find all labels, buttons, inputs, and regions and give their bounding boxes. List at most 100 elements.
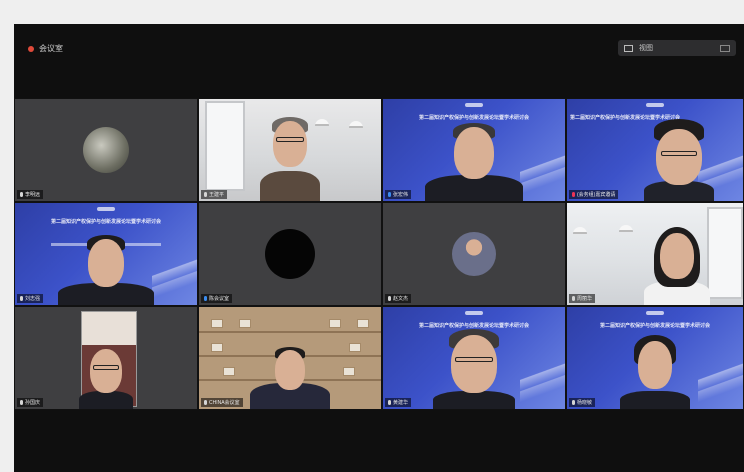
mic-icon bbox=[204, 296, 207, 301]
shelf-decoration bbox=[199, 331, 381, 333]
mic-icon bbox=[204, 400, 207, 405]
mic-icon bbox=[572, 296, 575, 301]
person-head bbox=[273, 121, 307, 167]
conference-slide-title: 第二届知识产权保护与创新发展论坛暨学术研讨会 bbox=[50, 219, 161, 225]
participant-name-tag: 张宏伟 bbox=[385, 190, 412, 199]
participant-tile[interactable]: 陈会议室 bbox=[198, 202, 382, 306]
fullscreen-icon[interactable] bbox=[720, 44, 730, 52]
participant-name-tag: 孙国庆 bbox=[17, 398, 44, 407]
participant-name-tag: 赵文杰 bbox=[385, 294, 412, 303]
lamp-decoration bbox=[619, 225, 633, 232]
participant-tile[interactable]: 第二届知识产权保护与创新发展论坛暨学术研讨会 刘志强 bbox=[14, 202, 198, 306]
participant-name: 王建平 bbox=[209, 192, 225, 198]
person-body bbox=[260, 171, 320, 201]
participant-name-tag: CHINA会议室 bbox=[201, 398, 243, 407]
participant-name: 赵文杰 bbox=[393, 296, 409, 302]
participant-name-tag: 王建平 bbox=[201, 190, 228, 199]
conference-logo bbox=[646, 311, 664, 315]
slide-decoration bbox=[520, 349, 565, 409]
view-label: 视图 bbox=[639, 45, 653, 52]
participant-name-tag: (会务组)嘉宾邀请 bbox=[569, 190, 619, 199]
participant-grid: 李明远 王建平 第二届知识产权保护与创新发展论坛暨学术研讨会 张宏伟 第二届知识… bbox=[14, 98, 744, 410]
conference-logo bbox=[97, 207, 115, 211]
lamp-decoration bbox=[349, 121, 363, 128]
participant-name: 杨晓敏 bbox=[577, 400, 593, 406]
person-head bbox=[656, 129, 702, 185]
shelf-item bbox=[239, 319, 251, 328]
participant-name: (会务组)嘉宾邀请 bbox=[577, 192, 616, 198]
participant-name-tag: 刘志强 bbox=[17, 294, 44, 303]
participant-name: 周丽华 bbox=[577, 296, 593, 302]
person-head bbox=[451, 335, 497, 393]
avatar bbox=[83, 127, 129, 173]
shelf-item bbox=[343, 367, 355, 376]
mic-icon bbox=[388, 296, 391, 301]
participant-tile[interactable]: 第二届知识产权保护与创新发展论坛暨学术研讨会 张宏伟 bbox=[382, 98, 566, 202]
mic-icon bbox=[204, 192, 207, 197]
meeting-window: 会议室 视图 李明远 王建平 第二届知识产权保护与创新发展论坛暨学术研讨会 张宏… bbox=[14, 24, 744, 472]
mic-icon bbox=[572, 400, 575, 405]
participant-name-tag: 黄建华 bbox=[385, 398, 412, 407]
meeting-topbar: 会议室 视图 bbox=[14, 24, 744, 96]
participant-tile[interactable]: 第二届知识产权保护与创新发展论坛暨学术研讨会 杨晓敏 bbox=[566, 306, 744, 410]
slide-decoration bbox=[520, 141, 565, 201]
person-head bbox=[638, 341, 672, 389]
participant-tile[interactable]: 王建平 bbox=[198, 98, 382, 202]
participant-tile[interactable]: CHINA会议室 bbox=[198, 306, 382, 410]
participant-tile[interactable]: 周丽华 bbox=[566, 202, 744, 306]
avatar bbox=[265, 229, 315, 279]
person-head bbox=[660, 233, 694, 279]
person-head bbox=[88, 239, 124, 287]
participant-tile[interactable]: 第二届知识产权保护与创新发展论坛暨学术研讨会 黄建华 bbox=[382, 306, 566, 410]
view-toggle-button[interactable]: 视图 bbox=[618, 40, 736, 56]
meeting-title: 会议室 bbox=[28, 43, 63, 54]
conference-logo bbox=[465, 311, 483, 315]
participant-name: 黄建华 bbox=[393, 400, 409, 406]
conference-slide-title: 第二届知识产权保护与创新发展论坛暨学术研讨会 bbox=[418, 115, 529, 121]
person-head bbox=[90, 349, 122, 393]
person-body bbox=[433, 391, 515, 409]
mic-icon bbox=[388, 192, 391, 197]
glasses bbox=[93, 365, 119, 370]
participant-tile[interactable]: 孙国庆 bbox=[14, 306, 198, 410]
person-head bbox=[275, 350, 305, 390]
shelf-item bbox=[349, 343, 361, 352]
participant-name-tag: 周丽华 bbox=[569, 294, 596, 303]
participant-name: 张宏伟 bbox=[393, 192, 409, 198]
conference-logo bbox=[646, 103, 664, 107]
lamp-decoration bbox=[573, 227, 587, 234]
mic-icon bbox=[20, 400, 23, 405]
window-background bbox=[707, 207, 743, 299]
participant-name: 孙国庆 bbox=[25, 400, 41, 406]
participant-name-tag: 杨晓敏 bbox=[569, 398, 596, 407]
shelf-item bbox=[211, 343, 223, 352]
slide-decoration bbox=[152, 245, 197, 305]
meeting-title-text: 会议室 bbox=[39, 44, 63, 53]
person-body bbox=[620, 391, 690, 409]
recording-icon bbox=[28, 45, 34, 52]
participant-name-tag: 陈会议室 bbox=[201, 294, 233, 303]
glasses bbox=[661, 151, 697, 156]
participant-name: 刘志强 bbox=[25, 296, 41, 302]
mic-icon bbox=[20, 192, 23, 197]
participant-name: 陈会议室 bbox=[209, 296, 230, 302]
conference-slide-title: 第二届知识产权保护与创新发展论坛暨学术研讨会 bbox=[599, 323, 710, 329]
mic-icon bbox=[20, 296, 23, 301]
participant-name: 李明远 bbox=[25, 192, 41, 198]
participant-tile[interactable]: 第二届知识产权保护与创新发展论坛暨学术研讨会 (会务组)嘉宾邀请 bbox=[566, 98, 744, 202]
slide-decoration bbox=[698, 349, 743, 409]
avatar bbox=[452, 232, 496, 276]
conference-logo bbox=[465, 103, 483, 107]
person-head bbox=[454, 127, 494, 179]
window-background bbox=[205, 101, 245, 191]
shelf-item bbox=[211, 319, 223, 328]
participant-tile[interactable]: 赵文杰 bbox=[382, 202, 566, 306]
glasses bbox=[455, 357, 493, 362]
mic-icon bbox=[388, 400, 391, 405]
participant-name: CHINA会议室 bbox=[209, 400, 240, 406]
participant-tile[interactable]: 李明远 bbox=[14, 98, 198, 202]
person-body bbox=[425, 175, 523, 201]
lamp-decoration bbox=[315, 119, 329, 126]
grid-view-icon bbox=[624, 44, 633, 52]
shelf-item bbox=[357, 319, 369, 328]
